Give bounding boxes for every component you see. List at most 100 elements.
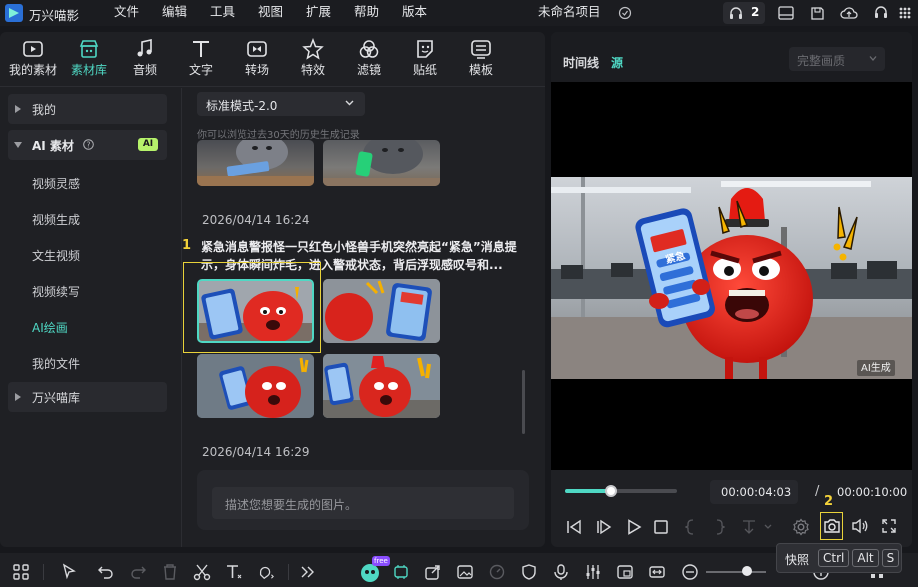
tab-divider bbox=[0, 86, 545, 87]
notification-group[interactable]: 2 bbox=[723, 2, 765, 24]
menu-tools[interactable]: 工具 bbox=[210, 0, 235, 26]
title-bar: 万兴喵影 文件 编辑 工具 视图 扩展 帮助 版本 未命名项目 2 bbox=[0, 0, 918, 26]
support-icon[interactable] bbox=[870, 3, 892, 23]
volume-icon[interactable] bbox=[851, 518, 869, 534]
step-forward-icon[interactable] bbox=[596, 519, 612, 535]
sidebar-item-text-to-video[interactable]: 文生视频 bbox=[32, 247, 80, 264]
cloud-upload-icon[interactable] bbox=[838, 3, 860, 23]
generated-image-1[interactable] bbox=[197, 279, 314, 343]
tab-stickers[interactable]: 贴纸 bbox=[398, 38, 452, 80]
toolbar-divider bbox=[288, 564, 289, 580]
sidebar-item-label: 我的 bbox=[32, 103, 57, 117]
layout-icon[interactable] bbox=[775, 3, 797, 23]
export-share-icon[interactable] bbox=[424, 563, 442, 581]
select-arrow-icon[interactable] bbox=[61, 563, 79, 581]
expand-more-icon[interactable] bbox=[298, 563, 316, 581]
picture-in-picture-icon[interactable] bbox=[616, 563, 634, 581]
speed-icon[interactable] bbox=[488, 563, 506, 581]
music-note-icon bbox=[134, 38, 156, 60]
sidebar-item-video-extend[interactable]: 视频续写 bbox=[32, 283, 80, 300]
annotation-2: 2 bbox=[824, 494, 834, 509]
sidebar-item-mine[interactable]: 我的 bbox=[8, 94, 167, 124]
history-image-2[interactable] bbox=[323, 140, 440, 186]
tab-filters[interactable]: 滤镜 bbox=[342, 38, 396, 80]
cloud-sync-icon[interactable] bbox=[614, 3, 636, 23]
tab-audio[interactable]: 音频 bbox=[118, 38, 172, 80]
group-date-1: 2026/04/14 16:24 bbox=[202, 213, 310, 227]
crop-icon[interactable] bbox=[257, 563, 275, 581]
preview-image[interactable] bbox=[551, 177, 912, 379]
image-edit-icon[interactable] bbox=[456, 563, 474, 581]
scrollbar-thumb[interactable] bbox=[522, 370, 525, 434]
menu-view[interactable]: 视图 bbox=[258, 0, 283, 26]
undo-icon[interactable] bbox=[97, 563, 115, 581]
generated-image-2[interactable] bbox=[323, 279, 440, 343]
generated-image-3[interactable] bbox=[197, 354, 314, 418]
audio-mixer-icon[interactable] bbox=[584, 563, 602, 581]
help-icon[interactable]: ? bbox=[83, 139, 94, 150]
scissors-icon[interactable] bbox=[193, 563, 211, 581]
sidebar-section-ai[interactable]: AI 素材 ? AI bbox=[8, 130, 167, 160]
tab-stock-library[interactable]: 素材库 bbox=[62, 38, 116, 80]
quality-select[interactable]: 完整画质 bbox=[789, 47, 885, 71]
camera-snapshot-icon[interactable] bbox=[823, 518, 841, 534]
project-name[interactable]: 未命名项目 bbox=[538, 0, 601, 26]
playback-track[interactable] bbox=[565, 485, 677, 497]
mark-in-icon[interactable] bbox=[685, 519, 695, 535]
quality-select-value: 完整画质 bbox=[797, 54, 846, 68]
menu-file[interactable]: 文件 bbox=[114, 0, 139, 26]
ai-assistant-button[interactable]: free bbox=[358, 556, 390, 584]
notification-count: 2 bbox=[751, 5, 760, 19]
tooltip-shortcut: Ctrl Alt S bbox=[815, 549, 900, 567]
redo-icon[interactable] bbox=[129, 563, 147, 581]
mark-out-icon[interactable] bbox=[715, 519, 725, 535]
fullscreen-icon[interactable] bbox=[882, 519, 896, 533]
free-badge: free bbox=[372, 556, 390, 566]
tab-effects[interactable]: 特效 bbox=[286, 38, 340, 80]
sidebar-item-my-files[interactable]: 我的文件 bbox=[32, 355, 80, 372]
shield-icon[interactable] bbox=[520, 563, 538, 581]
zoom-out-icon[interactable] bbox=[681, 563, 699, 581]
caret-right-icon bbox=[15, 393, 21, 401]
stop-icon[interactable] bbox=[654, 520, 668, 534]
grid-layout-icon[interactable] bbox=[12, 563, 30, 581]
generated-image-4[interactable] bbox=[323, 354, 440, 418]
save-icon[interactable] bbox=[806, 3, 828, 23]
snapshot-tooltip: 快照 Ctrl Alt S bbox=[776, 543, 902, 573]
step-back-icon[interactable] bbox=[566, 519, 582, 535]
sidebar-item-video-inspiration[interactable]: 视频灵感 bbox=[32, 175, 80, 192]
zoom-slider[interactable] bbox=[706, 566, 766, 576]
menu-version[interactable]: 版本 bbox=[402, 0, 427, 26]
media-panel: 我的素材 素材库 音频 文字 转场 特效 滤镜 贴纸 模板 我的 AI 素材 ?… bbox=[0, 32, 545, 547]
mode-select[interactable]: 标准模式-2.0 bbox=[197, 92, 365, 116]
insert-to-timeline-icon[interactable] bbox=[741, 519, 773, 535]
menu-edit[interactable]: 编辑 bbox=[162, 0, 187, 26]
sticker-icon bbox=[414, 38, 436, 60]
tab-templates[interactable]: 模板 bbox=[454, 38, 508, 80]
tab-source[interactable]: 源 bbox=[611, 54, 623, 71]
history-image-1[interactable] bbox=[197, 140, 314, 186]
text-tool-icon[interactable] bbox=[225, 563, 243, 581]
zoom-slider-handle[interactable] bbox=[742, 566, 752, 576]
play-icon[interactable] bbox=[626, 519, 642, 535]
tab-my-media[interactable]: 我的素材 bbox=[6, 38, 60, 80]
menu-extensions[interactable]: 扩展 bbox=[306, 0, 331, 26]
tab-timeline[interactable]: 时间线 bbox=[563, 54, 599, 71]
tooltip-label: 快照 bbox=[785, 553, 810, 567]
sidebar-item-video-generation[interactable]: 视频生成 bbox=[32, 211, 80, 228]
microphone-icon[interactable] bbox=[552, 563, 570, 581]
delete-icon[interactable] bbox=[161, 563, 179, 581]
split-screen-icon[interactable] bbox=[648, 563, 666, 581]
playback-handle[interactable] bbox=[604, 485, 617, 497]
menu-help[interactable]: 帮助 bbox=[354, 0, 379, 26]
settings-icon[interactable] bbox=[792, 518, 810, 536]
prompt-input[interactable]: 描述您想要生成的图片。 bbox=[212, 487, 514, 519]
ai-badge: AI bbox=[138, 138, 158, 151]
tab-transitions[interactable]: 转场 bbox=[230, 38, 284, 80]
sidebar-item-ai-painting[interactable]: AI绘画 bbox=[32, 319, 68, 336]
tab-text[interactable]: 文字 bbox=[174, 38, 228, 80]
ai-tool-icon[interactable] bbox=[392, 563, 410, 581]
sidebar-item-library[interactable]: 万兴喵库 bbox=[8, 382, 167, 412]
apps-grid-icon[interactable] bbox=[897, 3, 913, 23]
group-date-2: 2026/04/14 16:29 bbox=[202, 445, 310, 459]
